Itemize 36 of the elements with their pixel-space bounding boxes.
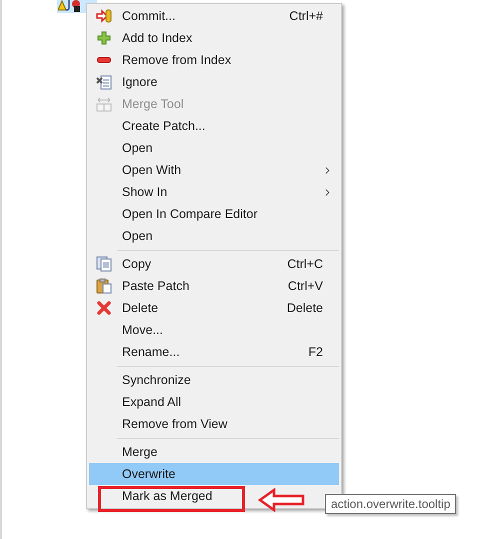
commit-icon	[96, 8, 112, 24]
menu-item[interactable]: Delete Delete	[89, 297, 339, 319]
shortcut-label: Delete	[286, 300, 323, 317]
tooltip: action.overwrite.tooltip	[325, 494, 456, 514]
plus-icon	[97, 31, 111, 45]
shortcut-label: F2	[308, 344, 323, 361]
menu-item[interactable]: Open In Compare Editor	[89, 203, 339, 225]
menu-item[interactable]: Create Patch...	[89, 115, 339, 137]
clipboard-icon	[96, 278, 112, 294]
menu-item[interactable]: Remove from View	[89, 413, 339, 435]
delete-icon	[97, 301, 111, 315]
merge-tool-icon	[96, 96, 112, 112]
menu-item[interactable]: Add to Index	[89, 27, 339, 49]
menu-item[interactable]: Move...	[89, 319, 339, 341]
menu-item[interactable]: Synchronize	[89, 369, 339, 391]
menu-item[interactable]: Rename... F2	[89, 341, 339, 363]
menu-item[interactable]: Show In	[89, 181, 339, 203]
shortcut-label: Ctrl+#	[289, 8, 323, 25]
copy-icon	[96, 256, 112, 272]
minus-icon	[97, 57, 111, 63]
file-icon	[58, 0, 82, 12]
menu-item[interactable]: Open With	[89, 159, 339, 181]
menu-item[interactable]: Ignore	[89, 71, 339, 93]
left-arrow-drawing	[258, 488, 306, 512]
ignore-file-icon	[96, 74, 112, 90]
menu-item[interactable]: Copy Ctrl+C	[89, 253, 339, 275]
menu-item[interactable]: Merge	[89, 441, 339, 463]
menu-item[interactable]: Paste Patch Ctrl+V	[89, 275, 339, 297]
menu-item[interactable]: Open	[89, 225, 339, 247]
menu-item[interactable]: Remove from Index	[89, 49, 339, 71]
menu-item[interactable]: Commit... Ctrl+#	[89, 5, 339, 27]
menu-item[interactable]: Open	[89, 137, 339, 159]
menu-item[interactable]: Overwrite	[89, 463, 339, 485]
menu-item[interactable]: Expand All	[89, 391, 339, 413]
shortcut-label: Ctrl+V	[288, 278, 323, 295]
shortcut-label: Ctrl+C	[287, 256, 323, 273]
